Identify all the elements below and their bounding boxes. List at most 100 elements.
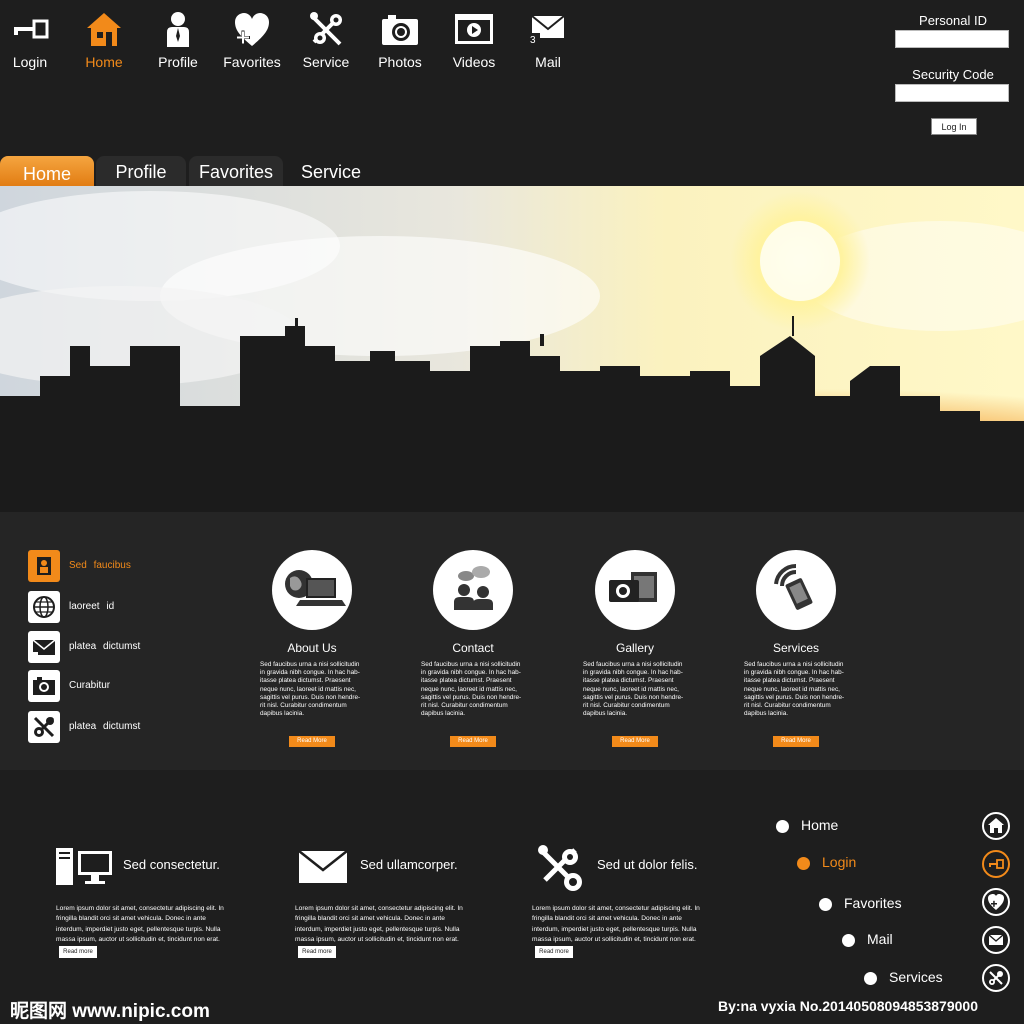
watermark-text: 昵图网 www.nipic.com — [10, 1001, 210, 1022]
read-more-button[interactable]: Read more — [298, 946, 336, 958]
nav-photos[interactable]: Photos — [365, 10, 435, 70]
bottom-body-line: massa ipsum, auctor ut sollicitudin et, … — [295, 936, 459, 944]
bottom-body-line: Lorem ipsum dolor sit amet, consectetur … — [56, 905, 224, 912]
read-more-button[interactable]: Read more — [59, 946, 97, 958]
tab-label: Home — [22, 164, 71, 184]
person-frame-icon — [28, 550, 60, 582]
nav-home[interactable]: Home — [69, 10, 139, 70]
bottom-body-line: fringilla blandit orci sit amet vehicula… — [532, 915, 682, 923]
nav-label: Videos — [452, 54, 496, 70]
tab-label: Profile — [115, 162, 167, 182]
nav-label: Service — [302, 54, 350, 70]
tools-icon — [538, 845, 582, 891]
feature-body-line: neque nunc, laoreet id mattis nec, — [260, 685, 356, 693]
people-chat-icon — [433, 550, 513, 630]
feature-title: Services — [772, 641, 819, 655]
sidebar-item-label: platea dictumst — [69, 721, 141, 732]
feature-gallery: Gallery Sed faucibus urna a nisi sollici… — [583, 550, 687, 748]
heart-plus-icon[interactable] — [982, 888, 1010, 916]
feature-body-line: Sed faucibus urna a nisi sollicitudin — [583, 661, 683, 668]
read-more-button[interactable]: Read More — [773, 736, 819, 748]
heart-plus-icon — [235, 13, 269, 46]
feature-body-line: sagittis vel purus. Duis non hendre- — [421, 693, 522, 701]
tools-icon[interactable] — [982, 964, 1010, 992]
feature-body-line: itasse platea dictumst. Praesent — [260, 677, 351, 685]
feature-body-line: itasse platea dictumst. Praesent — [583, 677, 674, 685]
feature-body-line: in gravida nibh congue. In hac hab- — [583, 669, 683, 677]
nav-label: Photos — [378, 54, 422, 70]
envelope-icon — [28, 631, 60, 663]
phone-signal-icon — [756, 550, 836, 630]
bullet-icon — [842, 934, 855, 947]
bottom-column-title: Sed ullamcorper. — [360, 857, 458, 872]
nav-login[interactable]: Login — [0, 10, 65, 70]
feature-body-line: sagittis vel purus. Duis non hendre- — [583, 693, 684, 701]
bullet-icon — [776, 820, 789, 833]
read-more-button[interactable]: Read More — [289, 736, 335, 748]
camera-icon — [28, 670, 60, 702]
feature-body-line: rit nisl. Curabitur condimentum — [260, 702, 347, 710]
bottom-nav-label: Home — [801, 817, 839, 833]
personal-id-field[interactable] — [895, 30, 1009, 48]
nav-label: Favorites — [223, 54, 281, 70]
nav-label: Mail — [535, 54, 561, 70]
house-icon[interactable] — [982, 812, 1010, 840]
feature-body-line: neque nunc, laoreet id mattis nec, — [421, 685, 517, 693]
sidebar-item-label: Curabitur — [69, 680, 111, 691]
feature-body: Sed faucibus urna a nisi sollicitudin in… — [744, 661, 848, 718]
sidebar-item-label: platea dictumst — [69, 641, 141, 652]
nav-service[interactable]: Service — [291, 10, 361, 70]
nav-profile[interactable]: Profile — [143, 10, 213, 70]
tab-profile[interactable]: Profile — [96, 156, 186, 186]
feature-body-line: in gravida nibh congue. In hac hab- — [744, 669, 844, 677]
bullet-icon — [797, 857, 810, 870]
feature-title: About Us — [287, 641, 337, 655]
feature-body-line: Sed faucibus urna a nisi sollicitudin — [421, 661, 521, 668]
nav-label: Home — [85, 54, 123, 70]
feature-body: Sed faucibus urna a nisi sollicitudin in… — [421, 661, 525, 718]
bottom-body-line: massa ipsum, auctor ut sollicitudin et, … — [532, 936, 696, 944]
bottom-body-line: fringilla blandit orci sit amet vehicula… — [295, 915, 445, 923]
bottom-column-title: Sed consectetur. — [123, 857, 220, 872]
feature-body-line: rit nisl. Curabitur condimentum — [583, 702, 670, 710]
envelope-icon: 3 — [529, 15, 565, 46]
bottom-column-body: Lorem ipsum dolor sit amet, consectetur … — [532, 904, 722, 946]
nav-favorites[interactable]: Favorites — [217, 10, 287, 70]
top-nav: Login Home Profile Favorites Service Pho… — [0, 0, 880, 90]
camera-film-icon — [595, 550, 675, 630]
feature-services: Services Sed faucibus urna a nisi sollic… — [744, 550, 848, 748]
feature-body-line: in gravida nibh congue. In hac hab- — [260, 669, 360, 677]
security-code-field[interactable] — [895, 84, 1009, 102]
feature-body-line: dapibus lacinia. — [744, 710, 789, 718]
login-button[interactable]: Log In — [931, 118, 977, 135]
tab-service[interactable]: Service — [286, 156, 376, 186]
feature-body-line: Sed faucibus urna a nisi sollicitudin — [260, 661, 360, 668]
bullet-icon — [864, 972, 877, 985]
tab-favorites[interactable]: Favorites — [189, 156, 283, 186]
read-more-button[interactable]: Read More — [612, 736, 658, 748]
video-player-icon — [455, 14, 493, 44]
feature-body-line: dapibus lacinia. — [583, 710, 628, 718]
bottom-nav-label: Login — [822, 854, 857, 870]
key-icon[interactable] — [982, 850, 1010, 878]
read-more-button[interactable]: Read more — [535, 946, 573, 958]
bottom-body-line: interdum, imperdiet justo eget, pellente… — [56, 925, 221, 933]
nav-label: Profile — [158, 54, 198, 70]
feature-body: Sed faucibus urna a nisi sollicitudin in… — [583, 661, 687, 718]
camera-icon — [382, 15, 418, 45]
read-more-button[interactable]: Read More — [450, 736, 496, 748]
tools-icon — [28, 711, 60, 743]
tab-home[interactable]: Home — [0, 156, 94, 188]
nav-mail[interactable]: 3 Mail — [513, 10, 583, 70]
feature-body-line: rit nisl. Curabitur condimentum — [744, 702, 831, 710]
nav-videos[interactable]: Videos — [439, 10, 509, 70]
envelope-icon[interactable] — [982, 926, 1010, 954]
house-icon — [87, 13, 121, 46]
bottom-body-line: massa ipsum, auctor ut sollicitudin et, … — [56, 936, 220, 944]
key-icon — [14, 19, 49, 39]
tab-label: Service — [300, 162, 362, 182]
feature-body-line: neque nunc, laoreet id mattis nec, — [583, 685, 679, 693]
bottom-body-line: Lorem ipsum dolor sit amet, consectetur … — [532, 905, 700, 912]
feature-body-line: itasse platea dictumst. Praesent — [744, 677, 835, 685]
bottom-column-body: Lorem ipsum dolor sit amet, consectetur … — [295, 904, 485, 946]
